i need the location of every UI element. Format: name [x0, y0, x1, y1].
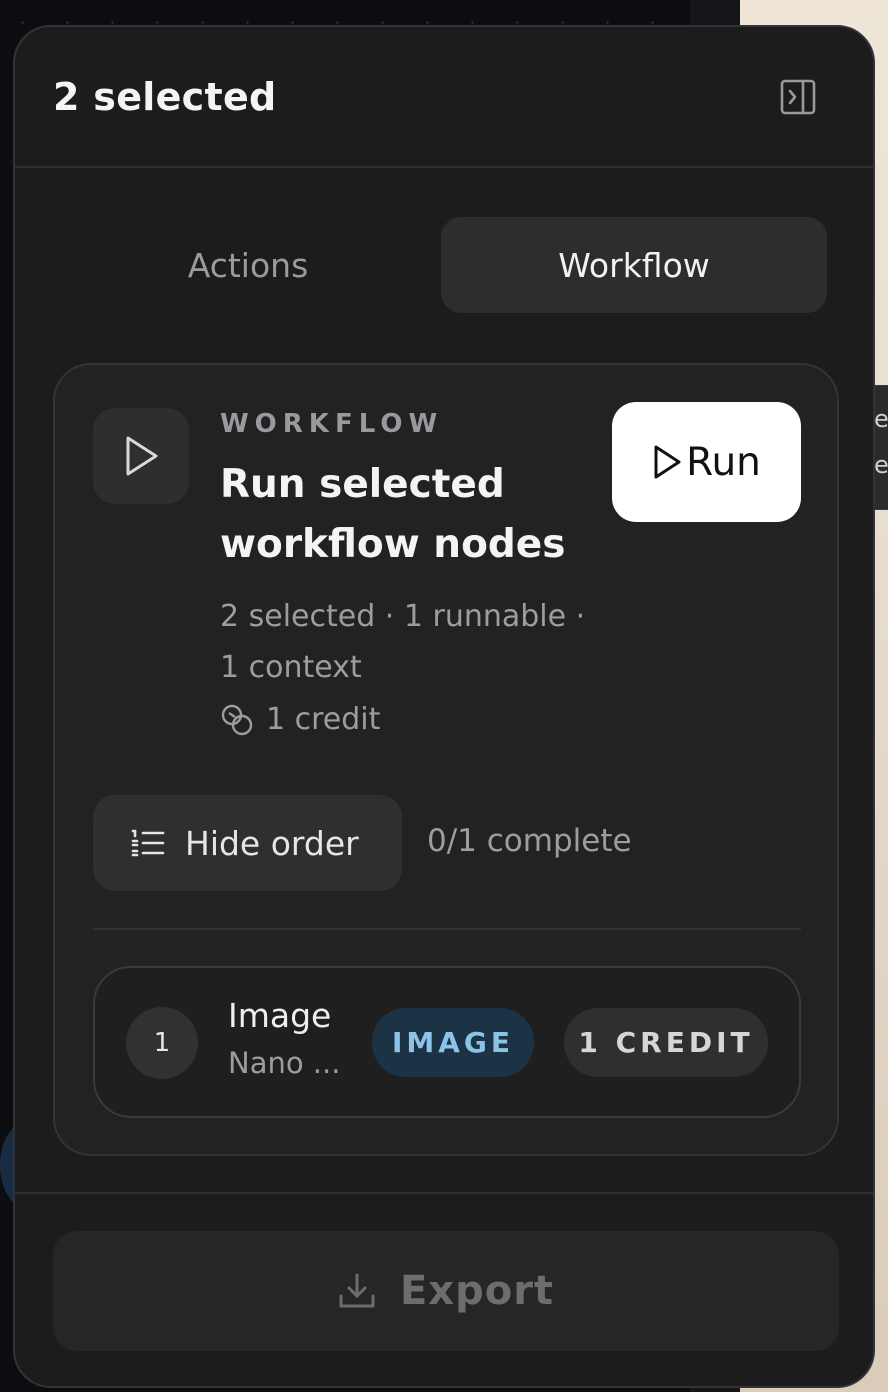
workflow-card: WORKFLOW Run selected workflow nodes Run…: [53, 363, 839, 1156]
selection-panel: 2 selected Actions Workflow WORKFLOW Run…: [13, 25, 875, 1388]
panel-tabs: Actions Workflow: [55, 217, 827, 313]
selection-summary: 2 selected · 1 runnable · 1 context: [220, 599, 586, 685]
tab-workflow[interactable]: Workflow: [441, 217, 827, 313]
credit-estimate: 1 credit: [220, 702, 380, 737]
workflow-title: Run selected workflow nodes: [220, 462, 566, 567]
run-button[interactable]: Run: [612, 402, 801, 522]
play-icon: [93, 408, 189, 504]
step-type-badge: IMAGE: [372, 1008, 534, 1077]
selection-count-title: 2 selected: [53, 74, 277, 119]
numbered-list-icon: [131, 829, 165, 857]
section-eyebrow: WORKFLOW: [220, 409, 444, 439]
hide-order-button[interactable]: Hide order: [93, 795, 402, 891]
panel-header: 2 selected: [15, 27, 873, 168]
hide-order-label: Hide order: [185, 823, 359, 863]
download-icon: [339, 1273, 375, 1308]
step-model: Nano ...: [228, 1046, 341, 1080]
step-credit-badge: 1 CREDIT: [564, 1008, 768, 1077]
coins-icon: [221, 704, 253, 735]
background-node-edge-text: e e: [874, 405, 888, 479]
credit-estimate-text: 1 credit: [266, 702, 381, 737]
sidebar-collapse-icon[interactable]: [779, 78, 817, 116]
run-button-label: Run: [686, 439, 761, 485]
tab-actions[interactable]: Actions: [55, 217, 441, 313]
workflow-step-item[interactable]: 1 Image Nano ... IMAGE 1 CREDIT: [93, 966, 801, 1118]
footer-divider: [15, 1192, 873, 1194]
export-button[interactable]: Export: [53, 1231, 839, 1351]
section-divider: [93, 928, 801, 930]
step-name: Image: [228, 996, 332, 1035]
progress-status: 0/1 complete: [427, 823, 632, 859]
play-outline-icon: [654, 445, 681, 479]
export-label: Export: [399, 1268, 555, 1314]
step-number-badge: 1: [126, 1007, 198, 1079]
